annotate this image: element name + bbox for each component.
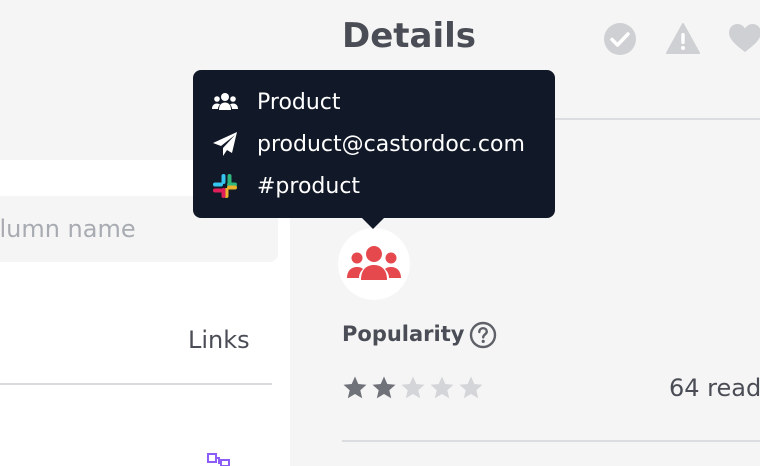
help-icon[interactable] [469,321,497,349]
star-empty-icon [401,376,425,399]
reads-count: 64 reads [669,374,760,402]
tab-divider [0,383,272,385]
heart-icon[interactable] [728,22,760,56]
star-empty-icon [459,376,483,399]
tooltip-email-row: product@castordoc.com [211,130,525,158]
tooltip-slack-channel[interactable]: #product [257,174,360,199]
section-divider [342,440,760,442]
tooltip-team-row: Product [211,88,341,116]
check-circle-icon[interactable] [603,22,637,56]
tooltip-team-name: Product [257,89,341,115]
owner-tooltip: Product product@castordoc.com #product [193,70,555,218]
lineage-icon[interactable] [206,452,232,466]
star-filled-icon [343,376,367,399]
tooltip-arrow [362,218,384,229]
team-icon [211,88,239,116]
popularity-stars [342,375,484,401]
tooltip-slack-row: #product [211,172,360,200]
star-empty-icon [430,376,454,399]
owner-avatar[interactable] [338,228,410,300]
star-filled-icon [372,376,396,399]
team-icon [347,246,401,280]
tooltip-email[interactable]: product@castordoc.com [257,132,525,157]
tab-links[interactable]: Links [188,326,250,354]
details-title: Details [342,16,477,56]
paper-plane-icon [211,130,239,158]
popularity-label: Popularity [342,322,465,346]
warning-icon[interactable] [666,22,700,56]
slack-icon [211,172,239,200]
